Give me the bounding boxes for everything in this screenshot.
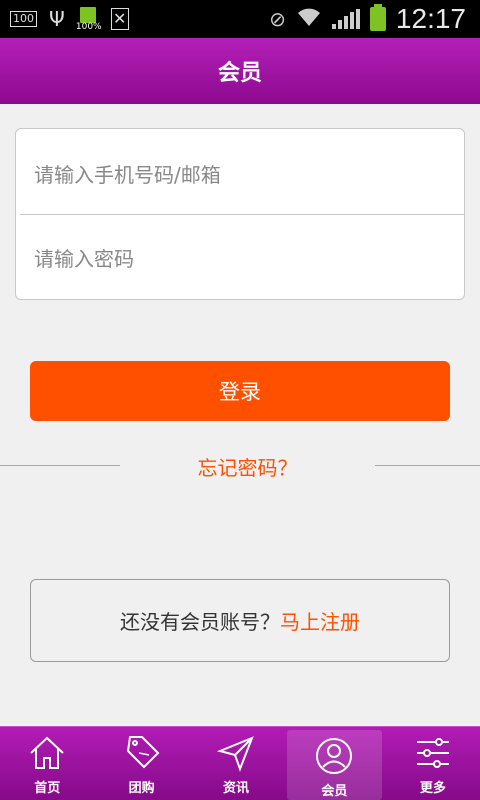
clock: 12:17 xyxy=(395,3,466,34)
password-input[interactable] xyxy=(34,239,454,279)
battery-icon xyxy=(369,4,386,31)
usb-icon: Ψ xyxy=(49,7,65,31)
login-button[interactable]: 登录 xyxy=(30,361,450,421)
sale-tag-icon xyxy=(126,736,160,769)
tab-label: 首页 xyxy=(34,781,61,796)
tab-home[interactable]: 首页 xyxy=(0,727,94,800)
tab-more[interactable]: 更多 xyxy=(386,727,480,800)
forgot-password-link[interactable]: 忘记密码？ xyxy=(120,452,375,481)
document-icon: ✕ xyxy=(110,8,129,30)
register-prompt: 还没有会员账号？ xyxy=(120,610,280,634)
tab-member[interactable]: 会员 xyxy=(287,730,382,800)
page-title: 会员 xyxy=(217,61,262,86)
user-icon xyxy=(316,738,353,774)
tab-news[interactable]: 资讯 xyxy=(189,727,283,800)
battery-small-label: 100% xyxy=(75,22,102,32)
bottom-tab-bar: 首页 团购 资讯 会员 更多 xyxy=(0,726,480,800)
battery-notification-icon: 100% xyxy=(76,5,102,33)
forgot-password-row: 忘记密码？ xyxy=(0,450,480,480)
register-link[interactable]: 马上注册 xyxy=(280,606,360,635)
divider-line-left xyxy=(0,465,120,466)
signal-icon xyxy=(331,9,360,29)
login-form-card xyxy=(15,128,465,300)
paper-plane-icon xyxy=(216,736,254,772)
notification-count-badge: 100 xyxy=(10,11,37,27)
register-box[interactable]: 还没有会员账号？ 马上注册 xyxy=(30,579,450,662)
app-header: 会员 xyxy=(0,38,480,104)
tab-label: 会员 xyxy=(321,784,348,799)
tab-group-buy[interactable]: 团购 xyxy=(94,727,188,800)
form-divider xyxy=(20,214,464,215)
divider-line-right xyxy=(375,465,480,466)
phone-email-input[interactable] xyxy=(34,155,454,195)
tab-label: 团购 xyxy=(128,781,155,796)
home-icon xyxy=(30,736,64,769)
mute-icon: ⊘ xyxy=(269,7,286,31)
tab-label: 更多 xyxy=(419,781,446,796)
sliders-icon xyxy=(416,738,449,768)
status-bar: 100 Ψ 100% ✕ ⊘ 12:17 xyxy=(0,0,480,38)
tab-label: 资讯 xyxy=(223,781,250,796)
wifi-icon xyxy=(296,6,322,33)
